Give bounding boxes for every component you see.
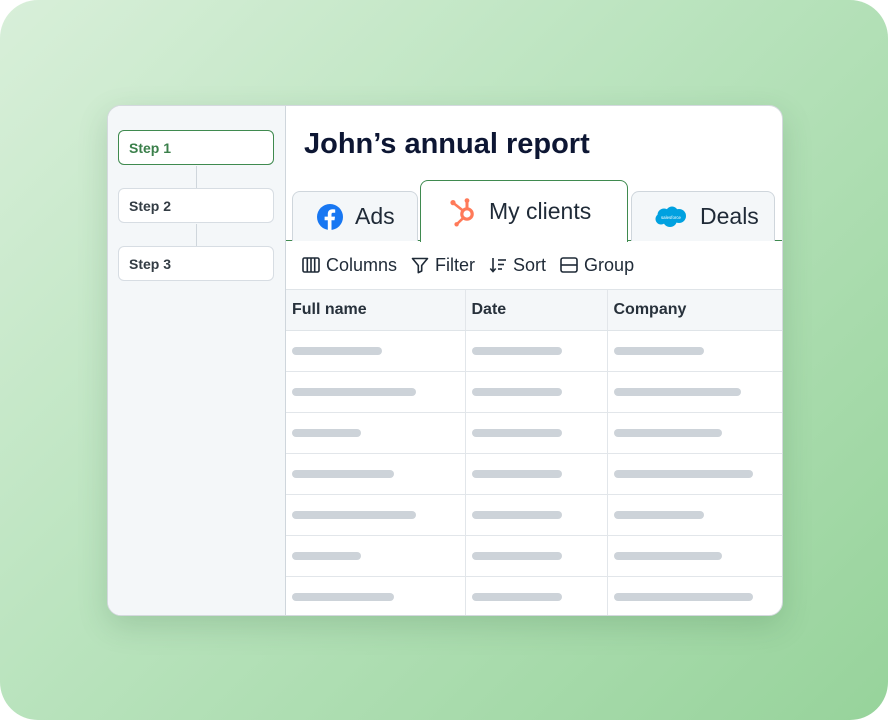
filter-button[interactable]: Filter [411,255,475,276]
tab-label: Deals [700,203,759,229]
tab-my-clients[interactable]: My clients [420,180,628,242]
tab-label: Ads [355,203,395,229]
placeholder-bar [471,429,562,437]
table-row[interactable] [286,371,782,413]
placeholder-bar [613,470,753,478]
placeholder-bar [292,470,394,478]
table-toolbar: Columns Filter Sort Group [286,241,782,289]
tab-label: My clients [489,198,592,224]
placeholder-bar [292,347,382,355]
salesforce-logo-text: salesforce [661,215,682,220]
placeholder-bar [613,388,741,396]
table-row[interactable] [286,330,782,372]
column-header-full-name[interactable]: Full name [286,289,465,331]
sort-icon [489,258,507,273]
step-connector [196,224,197,247]
columns-button[interactable]: Columns [302,255,397,276]
steps-sidebar: Step 1 Step 2 Step 3 [108,106,286,615]
sort-button[interactable]: Sort [489,255,546,276]
placeholder-bar [471,552,562,560]
placeholder-bar [613,593,753,601]
placeholder-bar [471,388,562,396]
hubspot-icon [449,197,477,227]
placeholder-bar [292,593,394,601]
placeholder-bar [471,470,562,478]
filter-label: Filter [435,254,476,275]
step-1[interactable]: Step 1 [118,130,274,165]
salesforce-icon: salesforce [654,205,688,229]
step-2[interactable]: Step 2 [118,188,274,223]
table-header-row: Full name Date Company [286,289,782,331]
step-label: Step 1 [129,139,172,156]
group-label: Group [584,254,635,275]
step-label: Step 3 [129,255,172,272]
group-icon [560,257,578,273]
column-header-company[interactable]: Company [606,289,782,331]
main-panel: John’s annual report Ads My clients sale… [286,106,782,615]
placeholder-bar [613,347,704,355]
step-connector [196,166,197,189]
clients-table: Full name Date Company [286,289,782,615]
page-title: John’s annual report [304,128,590,160]
placeholder-bar [292,552,361,560]
background: Step 1 Step 2 Step 3 John’s annual repor… [0,0,888,720]
column-header-date[interactable]: Date [464,289,607,331]
tab-ads[interactable]: Ads [292,191,418,241]
group-button[interactable]: Group [560,255,634,276]
table-row[interactable] [286,412,782,454]
placeholder-bar [471,593,562,601]
placeholder-bar [292,429,361,437]
placeholder-bar [613,429,722,437]
sort-label: Sort [513,254,547,275]
placeholder-bar [613,511,704,519]
tab-deals[interactable]: salesforce Deals [631,191,775,241]
columns-icon [302,257,320,273]
table-row[interactable] [286,535,782,577]
placeholder-bar [471,347,562,355]
table-row[interactable] [286,576,782,615]
table-row[interactable] [286,494,782,536]
step-3[interactable]: Step 3 [118,246,274,281]
facebook-icon [317,203,343,230]
columns-label: Columns [326,254,398,275]
filter-icon [411,257,429,274]
step-label: Step 2 [129,197,172,214]
app-window: Step 1 Step 2 Step 3 John’s annual repor… [107,105,783,616]
placeholder-bar [471,511,562,519]
placeholder-bar [292,511,416,519]
table-row[interactable] [286,453,782,495]
placeholder-bar [292,388,416,396]
placeholder-bar [613,552,722,560]
